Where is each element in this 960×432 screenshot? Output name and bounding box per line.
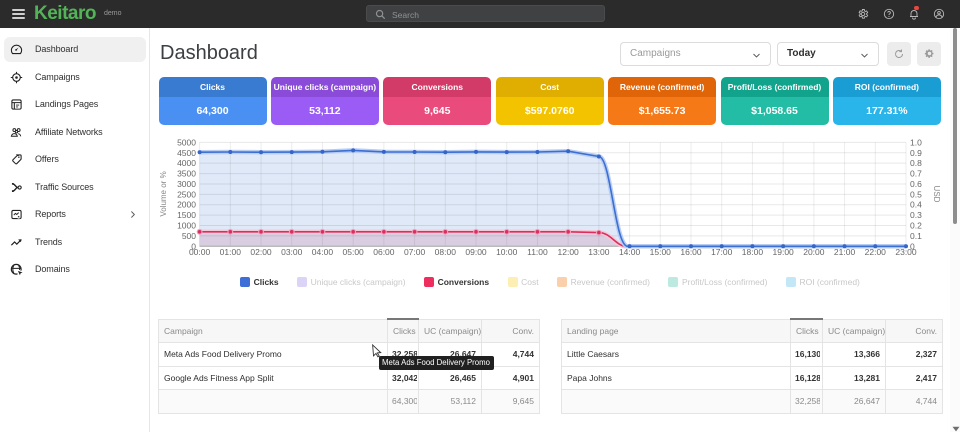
- svg-text:13:00: 13:00: [588, 247, 610, 257]
- svg-text:21:00: 21:00: [834, 247, 856, 257]
- svg-text:03:00: 03:00: [281, 247, 303, 257]
- svg-text:01:00: 01:00: [220, 247, 242, 257]
- svg-text:4500: 4500: [177, 148, 196, 158]
- svg-text:2000: 2000: [177, 200, 196, 210]
- svg-text:07:00: 07:00: [404, 247, 426, 257]
- svg-text:17:00: 17:00: [711, 247, 733, 257]
- svg-text:1000: 1000: [177, 221, 196, 231]
- svg-text:05:00: 05:00: [343, 247, 365, 257]
- svg-text:16:00: 16:00: [680, 247, 702, 257]
- svg-text:19:00: 19:00: [773, 247, 795, 257]
- svg-text:0.8: 0.8: [910, 158, 922, 168]
- svg-text:20:00: 20:00: [803, 247, 825, 257]
- svg-text:00:00: 00:00: [189, 247, 211, 257]
- svg-text:06:00: 06:00: [373, 247, 395, 257]
- svg-text:500: 500: [182, 231, 196, 241]
- svg-text:02:00: 02:00: [250, 247, 272, 257]
- svg-text:10:00: 10:00: [496, 247, 518, 257]
- svg-text:4000: 4000: [177, 158, 196, 168]
- svg-text:1500: 1500: [177, 210, 196, 220]
- svg-text:0.6: 0.6: [910, 179, 922, 189]
- svg-text:0.1: 0.1: [910, 231, 922, 241]
- svg-text:3500: 3500: [177, 169, 196, 179]
- svg-text:2500: 2500: [177, 189, 196, 199]
- svg-text:0.9: 0.9: [910, 148, 922, 158]
- svg-text:5000: 5000: [177, 137, 196, 147]
- svg-text:0.4: 0.4: [910, 200, 922, 210]
- svg-text:Volume or %: Volume or %: [159, 171, 168, 216]
- svg-text:12:00: 12:00: [558, 247, 580, 257]
- svg-text:1.0: 1.0: [910, 137, 922, 147]
- svg-text:0.5: 0.5: [910, 189, 922, 199]
- svg-text:18:00: 18:00: [742, 247, 764, 257]
- svg-text:11:00: 11:00: [527, 247, 548, 257]
- svg-text:14:00: 14:00: [619, 247, 641, 257]
- svg-text:22:00: 22:00: [865, 247, 887, 257]
- svg-text:08:00: 08:00: [435, 247, 457, 257]
- svg-text:0.3: 0.3: [910, 210, 922, 220]
- svg-text:09:00: 09:00: [465, 247, 487, 257]
- svg-text:04:00: 04:00: [312, 247, 334, 257]
- svg-text:23:00: 23:00: [895, 247, 917, 257]
- svg-text:0.2: 0.2: [910, 221, 922, 231]
- svg-text:USD: USD: [932, 186, 941, 203]
- svg-text:3000: 3000: [177, 179, 196, 189]
- svg-text:0.7: 0.7: [910, 169, 922, 179]
- svg-text:15:00: 15:00: [650, 247, 672, 257]
